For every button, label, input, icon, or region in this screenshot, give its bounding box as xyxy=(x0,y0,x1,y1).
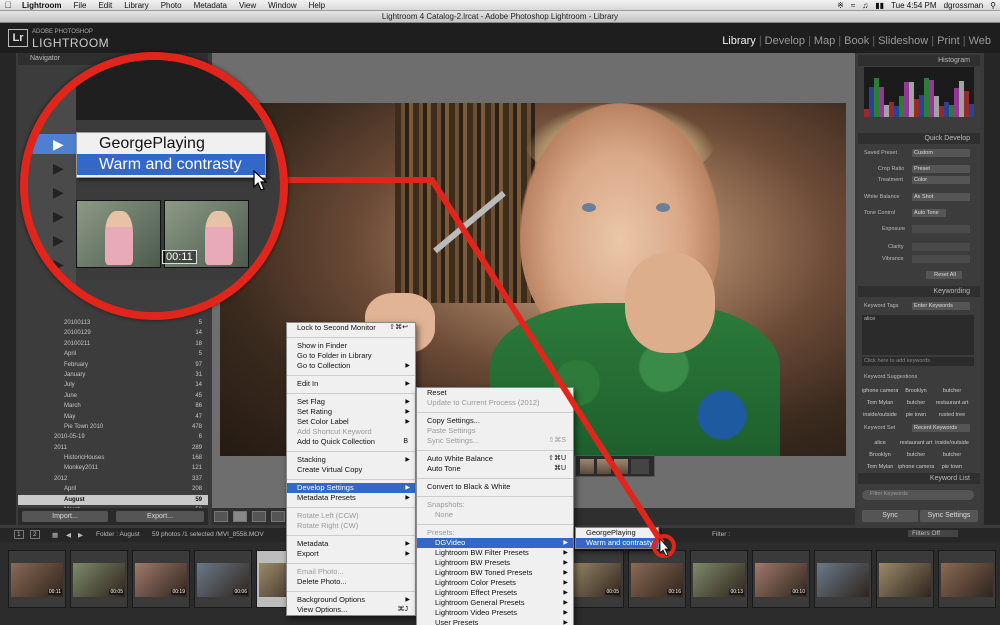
zoom-row-highlight xyxy=(28,134,76,154)
zoom-arrow-icon: ▶ xyxy=(53,136,64,152)
child-graphic xyxy=(105,211,133,265)
zoom-arrow-icon: ▶ xyxy=(53,184,64,200)
zoom-timecode: 00:11 xyxy=(162,250,197,264)
zoom-left-column xyxy=(28,60,76,312)
zoom-item-warm-and-contrasty: Warm and contrasty xyxy=(77,154,265,175)
zoom-callout: ▶ ▶ ▶ ▶ ▶ ▶ 00:11 GeorgePlaying Warm and… xyxy=(20,52,288,320)
zoom-item-georgeplaying: GeorgePlaying xyxy=(99,135,205,152)
zoom-preset-popup: GeorgePlaying Warm and contrasty xyxy=(76,132,266,178)
zoom-toolbar xyxy=(76,60,280,120)
child-graphic xyxy=(205,211,233,265)
cursor-arrow-icon xyxy=(659,537,670,557)
zoom-thumbnail xyxy=(76,200,161,268)
callout-line xyxy=(268,177,665,545)
lightroom-window:  Lightroom File Edit Library Photo Meta… xyxy=(0,0,1000,625)
zoom-arrow-icon: ▶ xyxy=(53,160,64,176)
zoom-cursor-icon xyxy=(253,170,268,191)
zoom-arrow-icon: ▶ xyxy=(53,208,64,224)
zoom-arrow-icon: ▶ xyxy=(53,256,64,272)
zoom-arrow-icon: ▶ xyxy=(53,232,64,248)
